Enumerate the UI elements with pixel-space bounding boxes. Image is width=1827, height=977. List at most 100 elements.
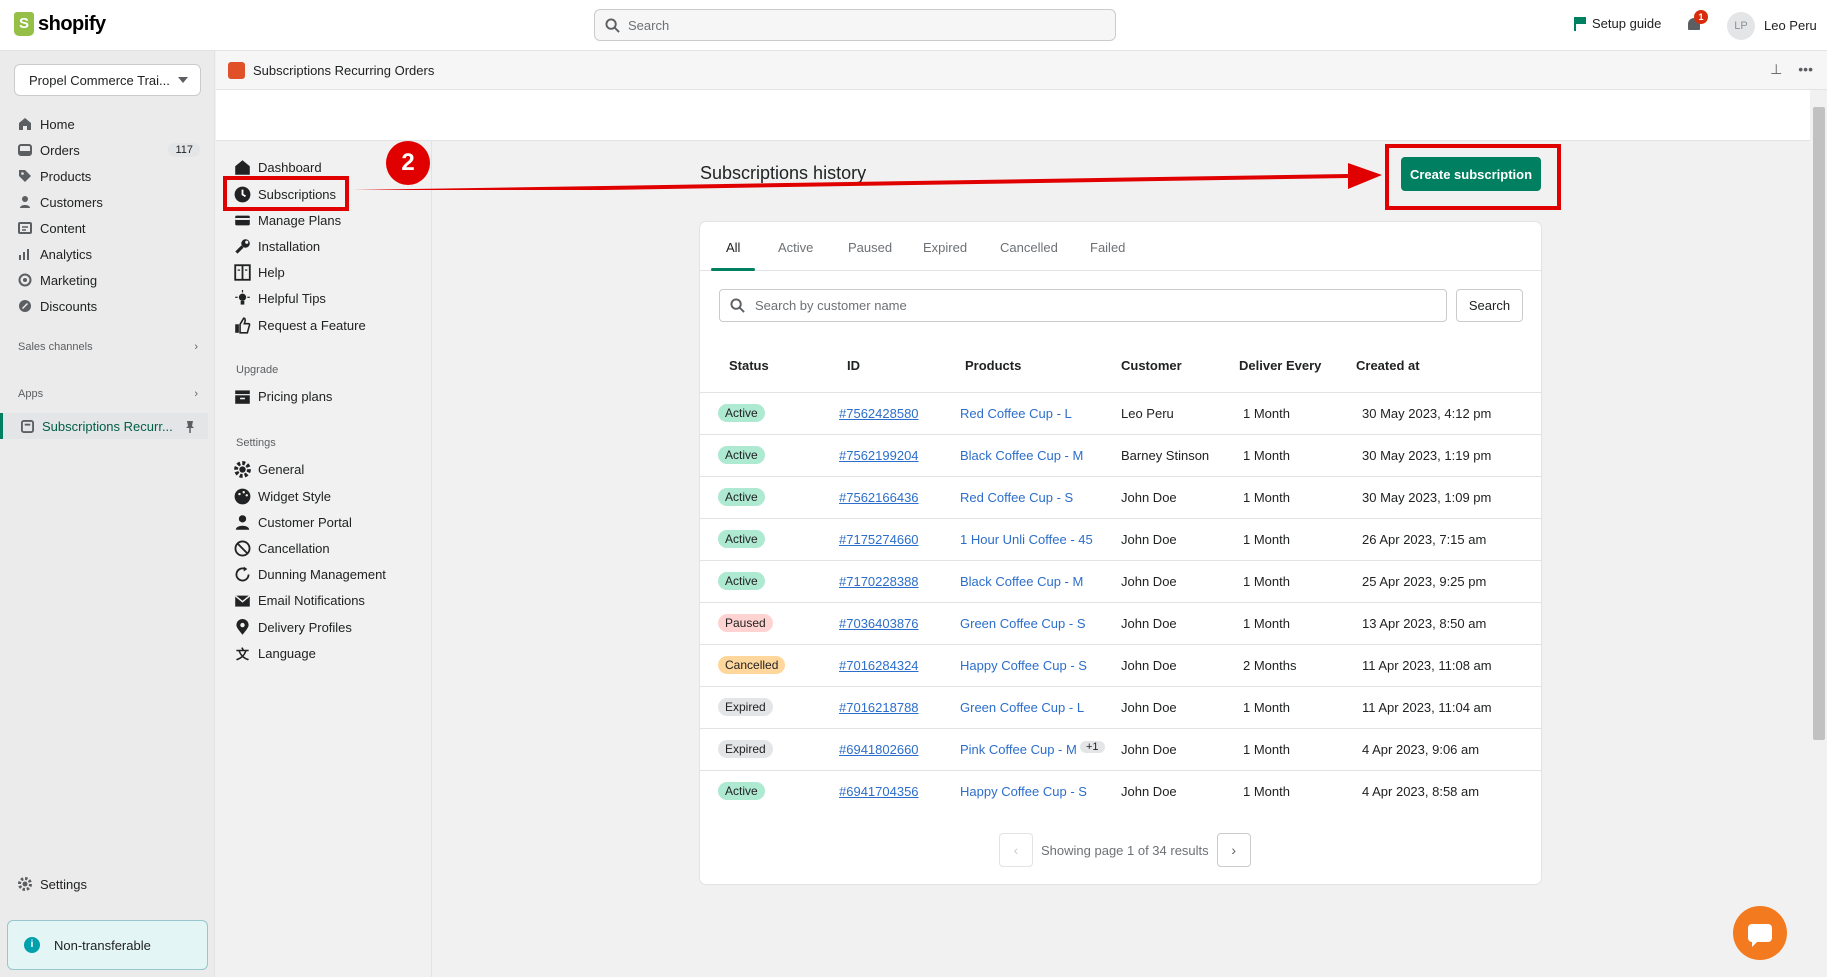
table-row[interactable]: Active #7562199204 Black Coffee Cup - M Bar… [700,435,1541,477]
app-nav-label: Request a Feature [258,317,366,333]
tab-paused[interactable]: Paused [848,240,892,255]
table-row[interactable]: Active #7562166436 Red Coffee Cup - S John … [700,477,1541,519]
user-name[interactable]: Leo Peru [1764,18,1817,33]
table-row[interactable]: Expired #6941802660 Pink Coffee Cup - M Joh… [700,729,1541,771]
app-nav-label: Helpful Tips [258,290,326,306]
deliver-every: 1 Month [1243,616,1290,631]
app-nav-dashboard[interactable]: Dashboard [234,156,322,178]
column-header-created-at: Created at [1356,358,1420,373]
product-link[interactable]: Pink Coffee Cup - M [960,742,1077,757]
subscription-id-link[interactable]: #7170228388 [839,574,919,589]
product-link[interactable]: Green Coffee Cup - S [960,616,1086,631]
tab-failed[interactable]: Failed [1090,240,1125,255]
subscription-id-link[interactable]: #7562166436 [839,490,919,505]
sidebar-item-customers[interactable]: Customers [18,191,200,213]
product-link[interactable]: Happy Coffee Cup - S [960,784,1087,799]
email-icon [234,594,251,607]
product-link[interactable]: Red Coffee Cup - L [960,406,1072,421]
product-link[interactable]: Red Coffee Cup - S [960,490,1073,505]
subscription-id-link[interactable]: #6941802660 [839,742,919,757]
tab-cancelled[interactable]: Cancelled [1000,240,1058,255]
translate-icon: 文 [235,646,249,662]
app-nav-installation[interactable]: Installation [234,235,320,257]
table-row[interactable]: Active #6941704356 Happy Coffee Cup - S Joh… [700,771,1541,813]
subscription-id-link[interactable]: #7036403876 [839,616,919,631]
sidebar-item-content[interactable]: Content [18,217,200,239]
scrollbar-thumb[interactable] [1813,107,1825,740]
chevron-left-icon: ‹ [1013,842,1019,858]
sidebar-item-analytics[interactable]: Analytics [18,243,200,265]
app-nav-pricing-plans[interactable]: Pricing plans [234,385,332,407]
table-row[interactable]: Active #7170228388 Black Coffee Cup - M Joh… [700,561,1541,603]
column-header-id: ID [847,358,860,373]
extra-products-badge[interactable]: +1 [1080,741,1105,753]
product-link[interactable]: Green Coffee Cup - L [960,700,1084,715]
app-nav-helpful-tips[interactable]: Helpful Tips [234,287,326,309]
sales-channels-section[interactable]: Sales channels › [18,341,198,353]
global-search[interactable]: Search [594,9,1116,41]
sidebar-item-settings[interactable]: Settings [18,873,200,895]
store-selector[interactable]: Propel Commerce Trai... [14,64,201,96]
table-row[interactable]: Cancelled #7016284324 Happy Coffee Cup - S… [700,645,1541,687]
more-options-icon[interactable]: ••• [1798,61,1813,78]
sidebar-item-home[interactable]: Home [18,113,200,135]
sidebar-item-label: Subscriptions Recurr... [42,418,173,434]
customer-search-input[interactable] [755,298,1435,313]
app-sidebar: Dashboard Subscriptions Manage Plans Ins… [216,141,432,977]
subscription-id-link[interactable]: #7016218788 [839,700,919,715]
sidebar-item-discounts[interactable]: Discounts [18,295,200,317]
shopify-logo[interactable]: shopify [14,12,106,36]
app-nav-manage-plans[interactable]: Manage Plans [234,209,341,231]
non-transferable-banner[interactable]: i Non-transferable [7,920,208,970]
table-row[interactable]: Paused #7036403876 Green Coffee Cup - S Joh… [700,603,1541,645]
app-nav-email-notifications[interactable]: Email Notifications [234,589,365,611]
subscription-id-link[interactable]: #7562199204 [839,448,919,463]
app-nav-dunning-management[interactable]: Dunning Management [234,563,386,585]
subscription-id-link[interactable]: #7175274660 [839,532,919,547]
table-row[interactable]: Active #7175274660 1 Hour Unli Coffee - 45… [700,519,1541,561]
table-row[interactable]: Expired #7016218788 Green Coffee Cup - L Jo… [700,687,1541,729]
sidebar-item-products[interactable]: Products [18,165,200,187]
pagination-text: Showing page 1 of 34 results [1041,842,1209,858]
chevron-right-icon: › [1231,842,1236,858]
customer-search-field[interactable] [719,289,1447,322]
created-at: 4 Apr 2023, 8:58 am [1362,784,1480,799]
app-nav-request-feature[interactable]: Request a Feature [234,314,366,336]
subscription-id-link[interactable]: #6941704356 [839,784,919,799]
subscription-id-link[interactable]: #7016284324 [839,658,919,673]
avatar[interactable]: LP [1727,12,1755,40]
app-nav-help[interactable]: Help [234,261,285,283]
pin-icon[interactable]: ⊥ [1770,61,1782,78]
orders-count-badge: 117 [168,143,200,157]
sidebar-item-orders[interactable]: Orders 117 [18,139,200,161]
tab-active[interactable]: Active [778,240,813,255]
arrow-line [352,174,1349,190]
subscription-id-link[interactable]: #7562428580 [839,406,919,421]
tab-expired[interactable]: Expired [923,240,967,255]
product-link[interactable]: Happy Coffee Cup - S [960,658,1087,673]
app-nav-customer-portal[interactable]: Customer Portal [234,511,352,533]
product-link[interactable]: 1 Hour Unli Coffee - 45 [960,532,1093,547]
app-nav-widget-style[interactable]: Widget Style [234,485,331,507]
app-nav-general[interactable]: General [234,458,304,480]
sidebar-item-label: Discounts [40,298,98,314]
app-nav-cancellation[interactable]: Cancellation [234,537,330,559]
notifications-button[interactable]: 1 [1685,10,1708,35]
table-row[interactable]: Active #7562428580 Red Coffee Cup - L Leo P… [700,393,1541,435]
sidebar-item-marketing[interactable]: Marketing [18,269,200,291]
chat-button[interactable] [1733,906,1787,960]
previous-page-button[interactable]: ‹ [999,833,1033,867]
search-button[interactable]: Search [1456,289,1523,322]
tab-all[interactable]: All [726,240,740,255]
apps-section[interactable]: Apps › [18,388,198,400]
pin-icon[interactable] [184,420,196,433]
product-link[interactable]: Black Coffee Cup - M [960,574,1083,589]
next-page-button[interactable]: › [1216,833,1251,867]
person-icon [235,514,250,530]
setup-guide-link[interactable]: Setup guide [1574,16,1661,31]
app-nav-delivery-profiles[interactable]: Delivery Profiles [234,616,352,638]
customer-name: John Doe [1121,574,1177,589]
sidebar-item-subscriptions-app[interactable]: Subscriptions Recurr... [0,413,208,439]
app-nav-language[interactable]: 文 Language [234,642,316,664]
product-link[interactable]: Black Coffee Cup - M [960,448,1083,463]
